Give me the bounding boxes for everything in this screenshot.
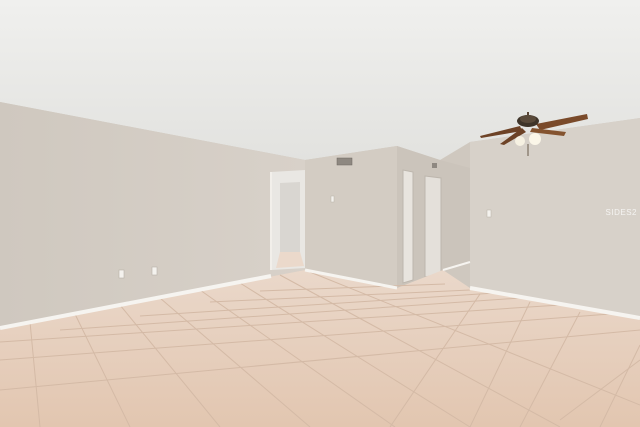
right-wall xyxy=(470,118,640,318)
outlet-icon xyxy=(151,266,158,276)
watermark: SIDES2 xyxy=(605,208,637,217)
closet-door xyxy=(402,169,414,284)
light-switch-icon xyxy=(330,195,335,203)
ceiling-vent-icon xyxy=(336,157,353,166)
hallway-floor xyxy=(276,252,304,268)
closet-door xyxy=(424,175,442,278)
hallway-wall xyxy=(280,182,300,252)
room-illustration xyxy=(0,0,640,427)
wall-vent-icon xyxy=(432,163,437,168)
room-photo: SIDES2 xyxy=(0,0,640,427)
back-wall xyxy=(305,146,397,288)
light-switch-icon xyxy=(486,209,492,218)
outlet-icon xyxy=(118,269,125,279)
